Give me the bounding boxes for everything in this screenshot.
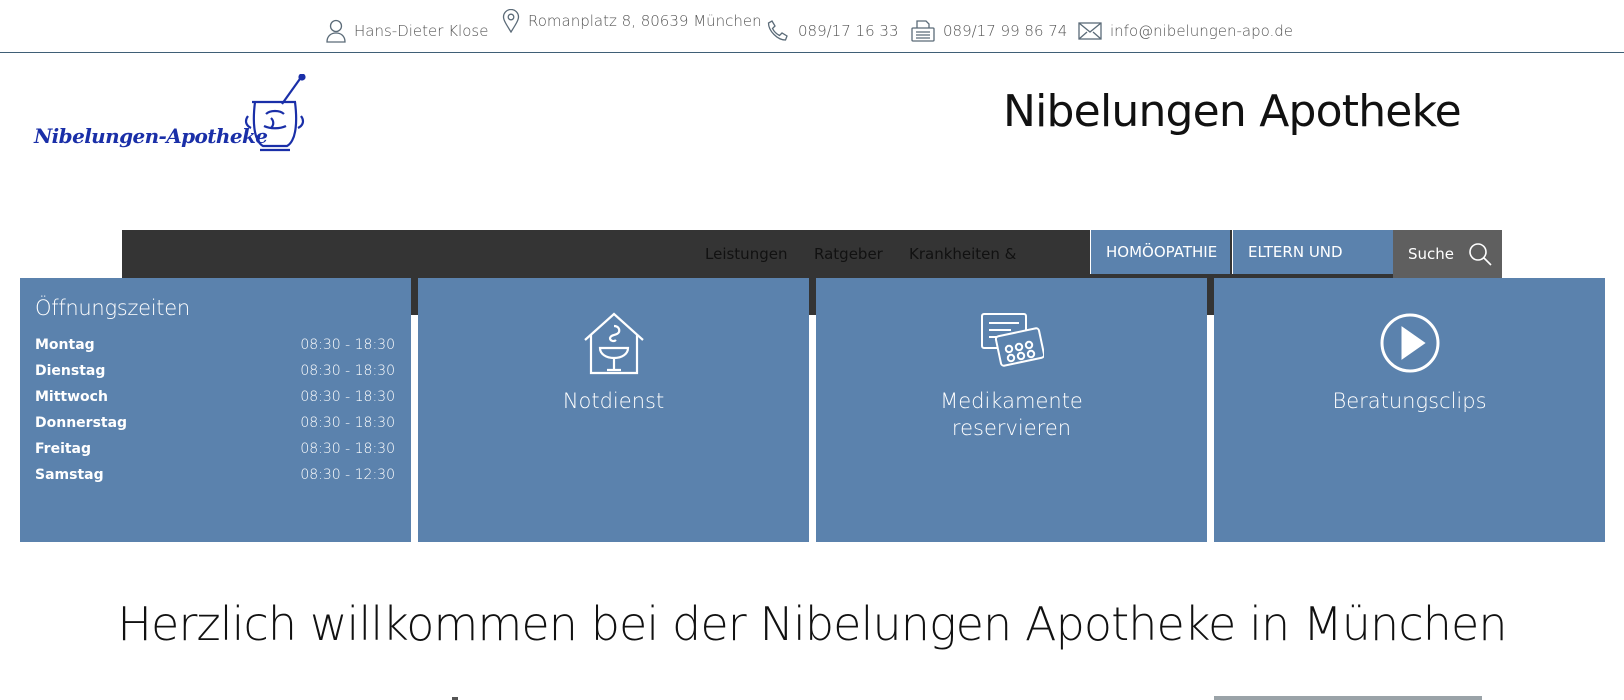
- hours-row: Dienstag 08:30 - 18:30: [35, 358, 395, 384]
- nav-tab-homoeopathie[interactable]: HOMÖOPATHIE: [1090, 230, 1230, 274]
- hours-time: 08:30 - 18:30: [300, 415, 395, 431]
- contact-name-text: Hans-Dieter Klose: [354, 22, 489, 40]
- play-icon: [1380, 313, 1439, 373]
- hours-row: Montag 08:30 - 18:30: [35, 332, 395, 358]
- contact-fax: 089/17 99 86 74: [911, 8, 1067, 54]
- fax-icon: [911, 20, 935, 42]
- site-logo[interactable]: Nibelungen-Apotheke: [34, 74, 306, 156]
- contact-address-text: Romanplatz 8, 80639 München: [528, 12, 762, 30]
- opening-hours-panel: Öffnungszeiten Montag 08:30 - 18:30 Diens…: [20, 278, 411, 542]
- hours-row: Mittwoch 08:30 - 18:30: [35, 384, 395, 410]
- phone-icon: [767, 20, 788, 41]
- hours-day: Freitag: [35, 441, 92, 457]
- hours-day: Mittwoch: [35, 389, 108, 405]
- nav-ratgeber[interactable]: Ratgeber: [814, 230, 883, 278]
- hours-time: 08:30 - 18:30: [300, 363, 395, 379]
- site-title: Nibelungen Apotheke: [1003, 86, 1462, 137]
- medikamente-tile[interactable]: Medikamente reservieren: [816, 278, 1207, 542]
- beratungsclips-label: Beratungsclips: [1332, 389, 1487, 413]
- mortar-pestle-icon: [244, 74, 306, 152]
- person-icon: [326, 19, 346, 43]
- medikamente-label: Medikamente reservieren: [940, 389, 1083, 440]
- search-button[interactable]: Suche: [1393, 230, 1502, 278]
- contact-phone-text: 089/17 16 33: [798, 22, 899, 40]
- search-label: Suche: [1408, 245, 1455, 263]
- hours-day: Samstag: [35, 467, 104, 483]
- contact-fax-text: 089/17 99 86 74: [943, 22, 1068, 40]
- pharmacy-house-icon: [583, 312, 644, 375]
- hours-day: Dienstag: [35, 363, 106, 379]
- contact-email[interactable]: info@nibelungen-apo.de: [1078, 8, 1293, 54]
- hours-time: 08:30 - 18:30: [300, 441, 395, 457]
- hours-row: Freitag 08:30 - 18:30: [35, 436, 395, 462]
- contact-name: Hans-Dieter Klose: [326, 8, 488, 54]
- notdienst-tile[interactable]: Notdienst: [418, 278, 809, 542]
- nav-leistungen[interactable]: Leistungen: [705, 230, 787, 278]
- hours-day: Donnerstag: [35, 415, 128, 431]
- contact-email-text: info@nibelungen-apo.de: [1110, 22, 1294, 40]
- contact-address[interactable]: Romanplatz 8, 80639 München: [502, 0, 762, 42]
- mail-icon: [1078, 22, 1102, 40]
- hours-time: 08:30 - 18:30: [300, 337, 395, 353]
- logo-text: Nibelungen-Apotheke: [34, 124, 268, 148]
- nav-krankheiten[interactable]: Krankheiten &: [909, 230, 1016, 278]
- nav-tab-eltern[interactable]: ELTERN UND: [1232, 230, 1393, 274]
- hours-row: Samstag 08:30 - 12:30: [35, 462, 395, 488]
- hours-day: Montag: [35, 337, 95, 353]
- contact-bar: Hans-Dieter Klose Romanplatz 8, 80639 Mü…: [0, 0, 1624, 53]
- hours-row: Donnerstag 08:30 - 18:30: [35, 410, 395, 436]
- hours-time: 08:30 - 18:30: [300, 389, 395, 405]
- beratungsclips-tile[interactable]: Beratungsclips: [1214, 278, 1605, 542]
- contact-phone[interactable]: 089/17 16 33: [766, 8, 898, 54]
- search-icon: [1469, 243, 1492, 266]
- hours-time: 08:30 - 12:30: [300, 467, 395, 483]
- welcome-heading: Herzlich willkommen bei der Nibelungen A…: [117, 597, 1507, 651]
- location-pin-icon: [502, 9, 520, 33]
- prescription-pills-icon: [980, 313, 1044, 367]
- content-image: [1214, 696, 1482, 700]
- opening-hours-title: Öffnungszeiten: [35, 296, 190, 320]
- notdienst-label: Notdienst: [562, 389, 665, 413]
